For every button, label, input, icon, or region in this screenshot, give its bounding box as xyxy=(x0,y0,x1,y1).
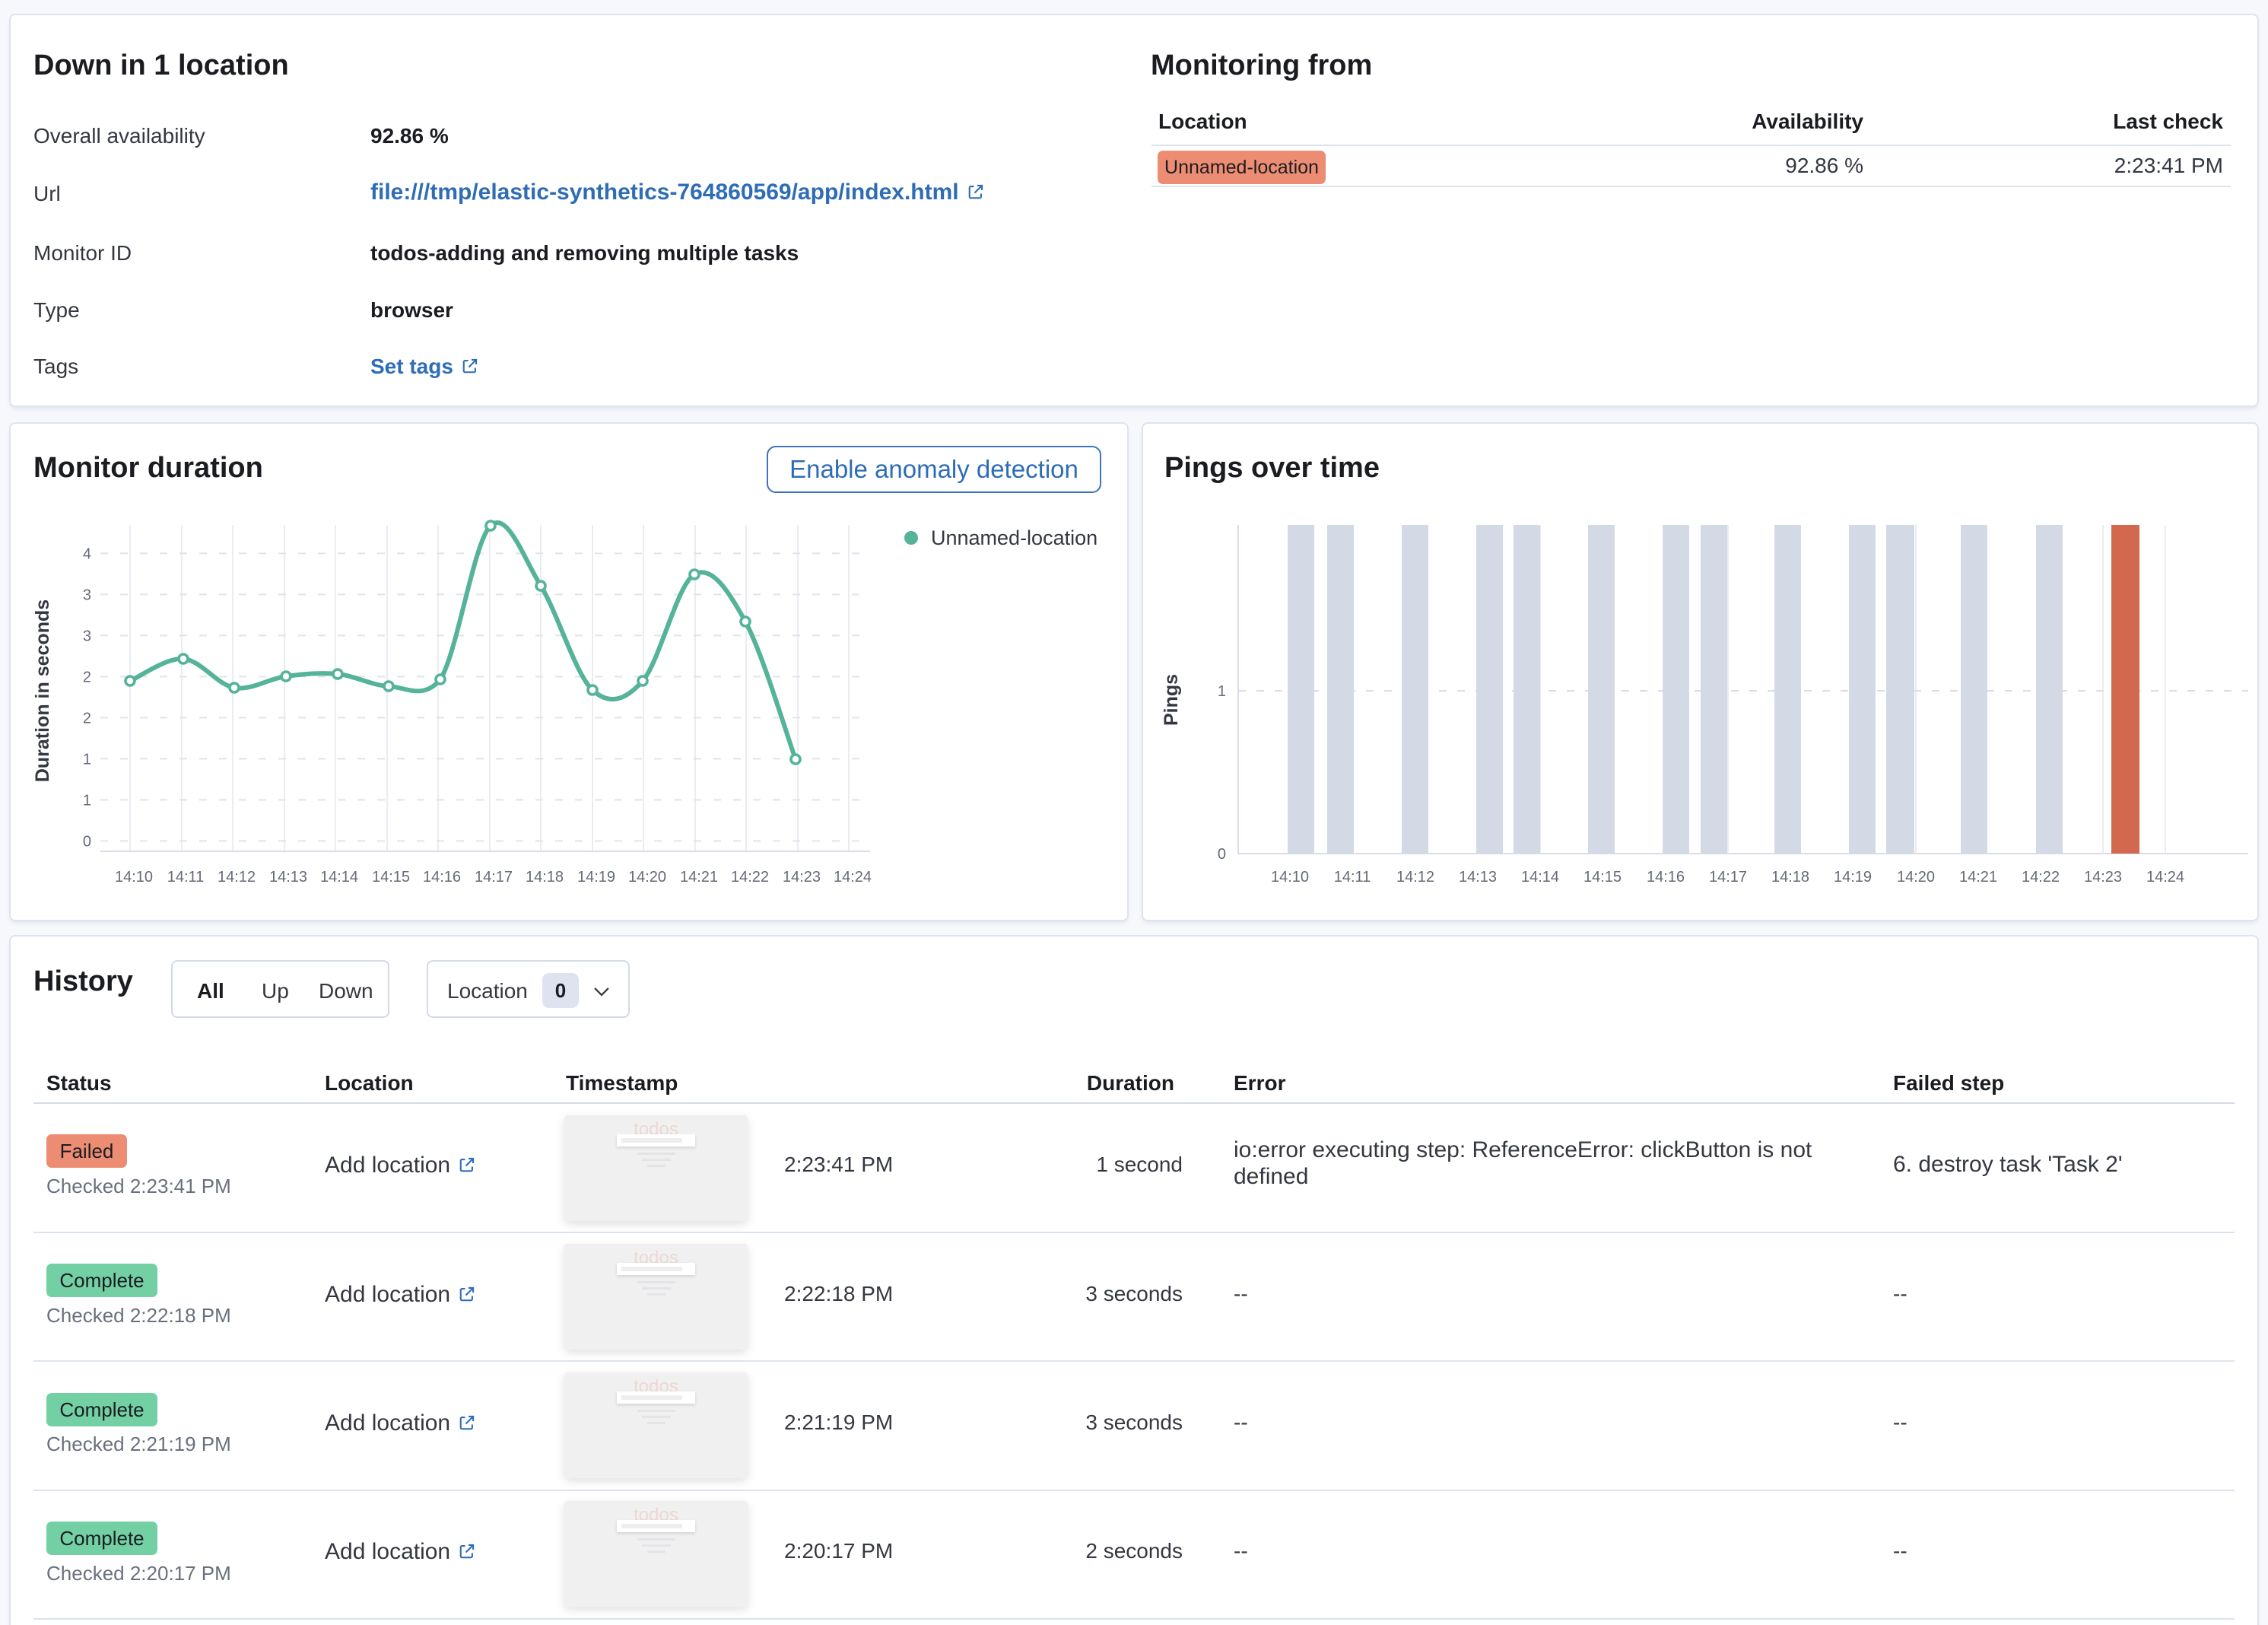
svg-text:1: 1 xyxy=(83,793,91,809)
svg-text:14:20: 14:20 xyxy=(628,869,666,886)
svg-text:14:20: 14:20 xyxy=(1897,869,1935,886)
svg-text:4: 4 xyxy=(83,546,91,563)
svg-text:0: 0 xyxy=(83,834,91,851)
svg-text:1: 1 xyxy=(83,752,91,768)
svg-text:14:22: 14:22 xyxy=(2022,869,2060,886)
svg-text:14:14: 14:14 xyxy=(1521,869,1559,886)
svg-text:1: 1 xyxy=(1218,683,1226,700)
svg-text:14:18: 14:18 xyxy=(1771,869,1809,886)
svg-text:14:16: 14:16 xyxy=(1647,869,1685,886)
svg-text:14:10: 14:10 xyxy=(115,869,153,886)
svg-text:14:13: 14:13 xyxy=(1459,869,1497,886)
svg-text:14:10: 14:10 xyxy=(1271,869,1309,886)
svg-text:3: 3 xyxy=(83,628,91,645)
svg-text:Pings: Pings xyxy=(1161,674,1182,726)
svg-text:14:21: 14:21 xyxy=(1959,869,1997,886)
svg-text:14:15: 14:15 xyxy=(1583,869,1622,886)
svg-text:2: 2 xyxy=(83,711,91,727)
svg-text:2: 2 xyxy=(83,669,91,686)
svg-text:14:19: 14:19 xyxy=(577,869,615,886)
svg-text:14:22: 14:22 xyxy=(731,869,769,886)
svg-text:14:24: 14:24 xyxy=(2146,869,2184,886)
svg-text:14:23: 14:23 xyxy=(2084,869,2122,886)
svg-text:14:12: 14:12 xyxy=(218,869,256,886)
svg-text:14:17: 14:17 xyxy=(1709,869,1747,886)
svg-text:3: 3 xyxy=(83,587,91,604)
svg-text:14:14: 14:14 xyxy=(320,869,358,886)
svg-text:14:18: 14:18 xyxy=(526,869,564,886)
svg-text:14:19: 14:19 xyxy=(1834,869,1872,886)
svg-text:Unnamed-location: Unnamed-location xyxy=(931,526,1097,549)
svg-text:14:24: 14:24 xyxy=(834,869,872,886)
svg-text:14:11: 14:11 xyxy=(167,869,205,886)
svg-text:14:15: 14:15 xyxy=(372,869,410,886)
svg-text:14:16: 14:16 xyxy=(423,869,461,886)
svg-text:Duration in seconds: Duration in seconds xyxy=(32,599,53,782)
svg-text:14:11: 14:11 xyxy=(1334,869,1371,886)
svg-text:0: 0 xyxy=(1218,846,1226,863)
svg-text:14:12: 14:12 xyxy=(1396,869,1434,886)
svg-text:14:17: 14:17 xyxy=(475,869,513,886)
svg-text:14:21: 14:21 xyxy=(680,869,718,886)
svg-text:14:23: 14:23 xyxy=(783,869,821,886)
svg-text:14:13: 14:13 xyxy=(269,869,307,886)
